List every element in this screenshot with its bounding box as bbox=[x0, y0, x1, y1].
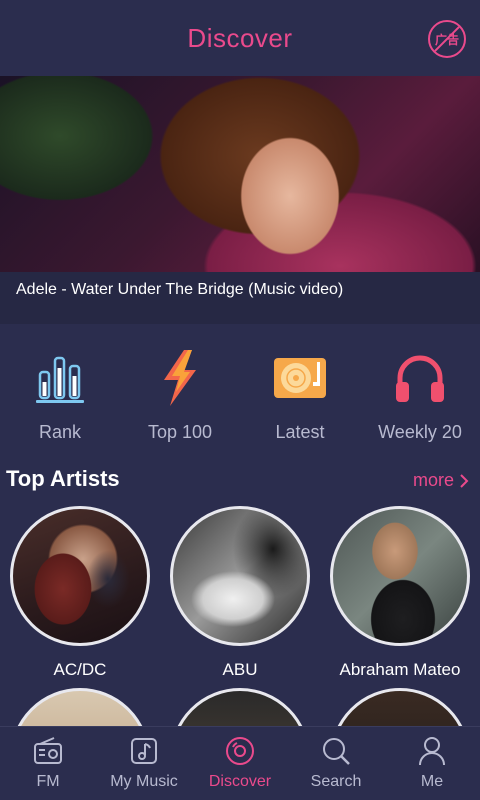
rank-bars-icon bbox=[36, 356, 84, 403]
search-icon bbox=[323, 738, 350, 765]
section-title: Top Artists bbox=[6, 466, 120, 491]
nav-label: My Music bbox=[110, 773, 178, 790]
radio-icon bbox=[34, 737, 62, 764]
nav-item-search[interactable]: Search bbox=[288, 727, 384, 800]
chevron-right-icon bbox=[460, 473, 469, 488]
category-latest[interactable]: Latest bbox=[240, 340, 360, 450]
disc-icon bbox=[226, 737, 254, 765]
artist-photo bbox=[170, 506, 310, 646]
artist-card[interactable]: ABU bbox=[160, 506, 320, 680]
banner-image bbox=[0, 76, 480, 272]
category-label: Latest bbox=[275, 422, 325, 442]
nav-item-discover[interactable]: Discover bbox=[192, 727, 288, 800]
category-row: Rank Top 100 Latest Weekly 20 bbox=[0, 340, 480, 450]
artist-name: ABU bbox=[222, 660, 258, 679]
ad-block-button[interactable]: 广告 bbox=[428, 20, 466, 58]
nav-label: Search bbox=[310, 773, 362, 790]
nav-label: Discover bbox=[208, 773, 272, 790]
featured-banner[interactable]: Adele - Water Under The Bridge (Music vi… bbox=[0, 76, 480, 324]
artist-card[interactable]: AC/DC bbox=[0, 506, 160, 680]
category-rank[interactable]: Rank bbox=[0, 340, 120, 450]
header: Discover 广告 bbox=[0, 6, 480, 70]
nav-item-fm[interactable]: FM bbox=[0, 727, 96, 800]
nav-label: FM bbox=[36, 773, 60, 790]
nav-item-my-music[interactable]: My Music bbox=[96, 727, 192, 800]
category-top-100[interactable]: Top 100 bbox=[120, 340, 240, 450]
category-weekly-20[interactable]: Weekly 20 bbox=[360, 340, 480, 450]
artist-name: Abraham Mateo bbox=[339, 660, 461, 679]
artist-photo bbox=[330, 506, 470, 646]
headphones-icon bbox=[396, 355, 444, 402]
lightning-icon bbox=[164, 350, 196, 406]
category-label: Top 100 bbox=[147, 422, 213, 442]
artist-card[interactable]: Abraham Mateo bbox=[320, 506, 480, 680]
top-artists-header: Top Artists more bbox=[0, 462, 480, 498]
category-label: Weekly 20 bbox=[378, 422, 462, 442]
nav-label: Me bbox=[420, 773, 444, 790]
page-title: Discover bbox=[187, 22, 293, 53]
person-icon bbox=[419, 737, 445, 766]
turntable-icon bbox=[274, 358, 326, 398]
artist-name: AC/DC bbox=[53, 660, 107, 679]
artist-photo bbox=[10, 506, 150, 646]
more-link[interactable]: more bbox=[413, 470, 470, 491]
nav-item-me[interactable]: Me bbox=[384, 727, 480, 800]
more-label: more bbox=[412, 470, 454, 490]
artist-row: AC/DC ABU Abraham Mateo bbox=[0, 506, 480, 680]
bottom-nav: FM My Music Discover Search Me bbox=[0, 726, 480, 800]
banner-caption: Adele - Water Under The Bridge (Music vi… bbox=[16, 281, 344, 298]
music-note-icon bbox=[131, 738, 157, 764]
category-label: Rank bbox=[38, 422, 82, 442]
